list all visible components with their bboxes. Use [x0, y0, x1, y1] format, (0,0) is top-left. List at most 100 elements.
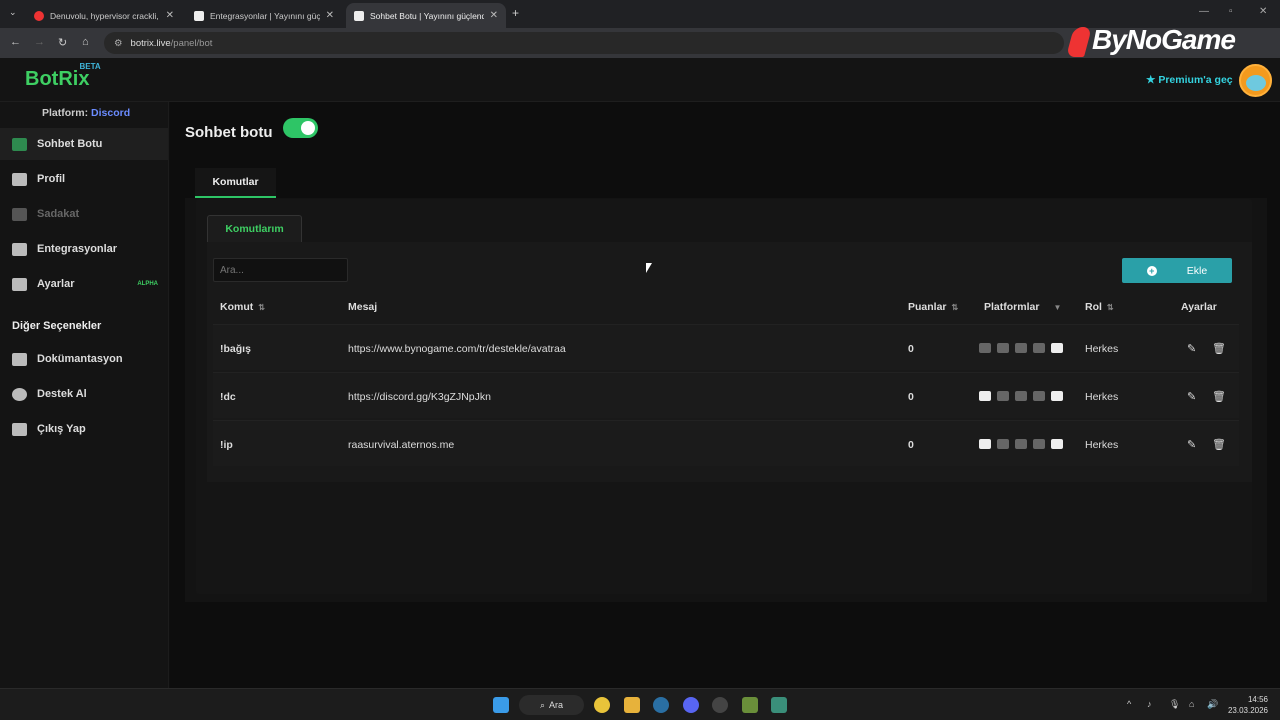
close-tab-icon[interactable]: ✕ — [326, 10, 334, 21]
browser-tab[interactable]: Entegrasyonlar | Yayınını güçlen ✕ — [186, 3, 342, 28]
tab-menu-icon[interactable]: ⌄ — [9, 7, 17, 18]
kick-icon — [979, 439, 991, 449]
sidebar-item-label: Sohbet Botu — [37, 138, 103, 150]
restore-icon[interactable]: ▫ — [1229, 6, 1233, 17]
add-button[interactable]: + Ekle — [1122, 258, 1232, 283]
url-path: /panel/bot — [170, 37, 213, 49]
taskbar-search[interactable]: ⌕ Ara — [519, 695, 584, 715]
tab-commands[interactable]: Komutlar — [195, 168, 276, 198]
column-header-command[interactable]: Komut ⇅ — [220, 301, 265, 313]
mouse-cursor — [646, 263, 652, 273]
role-cell: Herkes — [1085, 439, 1119, 451]
minecraft-icon[interactable] — [742, 697, 758, 713]
points-cell: 0 — [908, 391, 914, 403]
command-cell: !ip — [220, 439, 233, 451]
browser-tab[interactable]: Denuvolu, hypervisor crackli, ko ✕ — [26, 3, 182, 28]
platform-icons — [979, 439, 1063, 449]
sidebar-item-profile[interactable]: Profil — [0, 163, 168, 195]
sidebar-item-settings[interactable]: Ayarlar ALPHA — [0, 268, 168, 300]
trash-icon[interactable]: 🗑 — [1212, 342, 1226, 355]
volume-icon[interactable]: 🔊 — [1207, 699, 1218, 710]
windows-start-icon[interactable] — [493, 697, 509, 713]
new-tab-icon[interactable]: + — [512, 6, 519, 20]
twitch-icon — [997, 343, 1009, 353]
mic-icon[interactable]: 🎙 — [1169, 699, 1180, 710]
youtube-icon — [1015, 391, 1027, 401]
column-header-role[interactable]: Rol ⇅ — [1085, 301, 1114, 313]
sort-icon[interactable]: ⇅ — [952, 303, 959, 312]
chrome-icon[interactable] — [594, 697, 610, 713]
sidebar-item-support[interactable]: Destek Al — [0, 378, 168, 410]
youtube-icon — [34, 10, 44, 21]
close-tab-icon[interactable]: ✕ — [166, 10, 174, 21]
search-input[interactable] — [213, 258, 348, 282]
command-cell: !bağış — [220, 343, 251, 355]
platform-icons — [979, 343, 1063, 353]
sidebar-item-logout[interactable]: Çıkış Yap — [0, 413, 168, 445]
browser-tab-active[interactable]: Sohbet Botu | Yayınını güçlendi ✕ — [346, 3, 506, 28]
app-icon[interactable] — [712, 697, 728, 713]
kick-k-icon — [1051, 343, 1063, 353]
clock[interactable]: 14:56 23.03.2026 — [1228, 694, 1268, 716]
home-icon[interactable]: ⌂ — [82, 36, 89, 48]
sort-icon[interactable]: ⇅ — [1107, 303, 1114, 312]
edit-icon[interactable]: ✎ — [1187, 390, 1196, 403]
add-label: Ekle — [1186, 264, 1208, 277]
sidebar-item-docs[interactable]: Dokümantasyon — [0, 343, 168, 375]
trash-icon[interactable]: 🗑 — [1212, 390, 1226, 403]
user-gear-icon — [12, 277, 27, 291]
kick-k-icon — [1051, 391, 1063, 401]
column-header-platforms[interactable]: Platformlar ▼ — [984, 301, 1061, 313]
subtab-my-commands[interactable]: Komutlarım — [207, 215, 302, 242]
beta-badge: BETA — [79, 62, 101, 72]
filter-icon[interactable]: ▼ — [1053, 303, 1061, 312]
avatar[interactable] — [1239, 64, 1272, 97]
taskbar-search-label: Ara — [549, 700, 564, 710]
message-cell: raasurvival.aternos.me — [348, 439, 455, 451]
discord-icon[interactable] — [683, 697, 699, 713]
column-header-points[interactable]: Puanlar ⇅ — [908, 301, 958, 313]
network-icon[interactable]: ⌂ — [1189, 699, 1194, 709]
sidebar-item-integrations[interactable]: Entegrasyonlar — [0, 233, 168, 265]
edit-icon[interactable]: ✎ — [1187, 438, 1196, 451]
edit-icon[interactable]: ✎ — [1187, 342, 1196, 355]
sidebar-item-loyalty[interactable]: Sadakat — [0, 198, 168, 230]
section-heading: Diğer Seçenekler — [12, 320, 102, 332]
points-cell: 0 — [908, 343, 914, 355]
back-icon[interactable]: ← — [10, 36, 21, 48]
sidebar-item-label: Dokümantasyon — [37, 353, 123, 365]
trophy-icon — [12, 207, 27, 221]
close-tab-icon[interactable]: ✕ — [490, 10, 498, 21]
minimize-icon[interactable]: — — [1199, 6, 1209, 17]
taskbar: ⌕ Ara ^ ♪ 🎙 ⌂ 🔊 14:56 23.03.2026 — [0, 688, 1280, 720]
trash-icon[interactable]: 🗑 — [1212, 438, 1226, 451]
site-info-icon[interactable]: ⚙ — [114, 38, 123, 49]
speaker-icon[interactable]: ♪ — [1147, 699, 1152, 709]
sidebar-item-chatbot[interactable]: Sohbet Botu — [0, 128, 168, 160]
chevron-up-icon[interactable]: ^ — [1127, 699, 1131, 709]
table-row: !dc https://discord.gg/K3gZJNpJkn 0 Herk… — [213, 372, 1239, 418]
sort-icon[interactable]: ⇅ — [258, 303, 265, 312]
tab-title: Sohbet Botu | Yayınını güçlendi — [370, 10, 484, 21]
chatbot-toggle[interactable] — [283, 118, 318, 138]
launcher-icon[interactable] — [771, 697, 787, 713]
platform-indicator: Platform: Discord — [42, 107, 130, 119]
steam-icon[interactable] — [653, 697, 669, 713]
logo[interactable]: BotRixBETA — [25, 62, 111, 91]
reload-icon[interactable]: ↻ — [58, 36, 67, 49]
role-cell: Herkes — [1085, 343, 1119, 355]
message-cell: https://www.bynogame.com/tr/destekle/ava… — [348, 343, 566, 355]
folder-icon[interactable] — [624, 697, 640, 713]
tab-title: Entegrasyonlar | Yayınını güçlen — [210, 10, 320, 21]
premium-link[interactable]: ★ Premium'a geç — [1146, 74, 1233, 86]
logout-icon — [12, 422, 27, 436]
close-window-icon[interactable]: ✕ — [1259, 6, 1267, 17]
trovo-icon — [1033, 343, 1045, 353]
kick-k-icon — [1051, 439, 1063, 449]
platform-label: Platform: — [42, 107, 89, 119]
message-cell: https://discord.gg/K3gZJNpJkn — [348, 391, 491, 403]
youtube-icon — [1015, 343, 1027, 353]
url-field[interactable]: ⚙ botrix.live/panel/bot — [104, 32, 1064, 54]
premium-label: Premium'a geç — [1158, 74, 1233, 86]
forward-icon[interactable]: → — [34, 36, 45, 48]
